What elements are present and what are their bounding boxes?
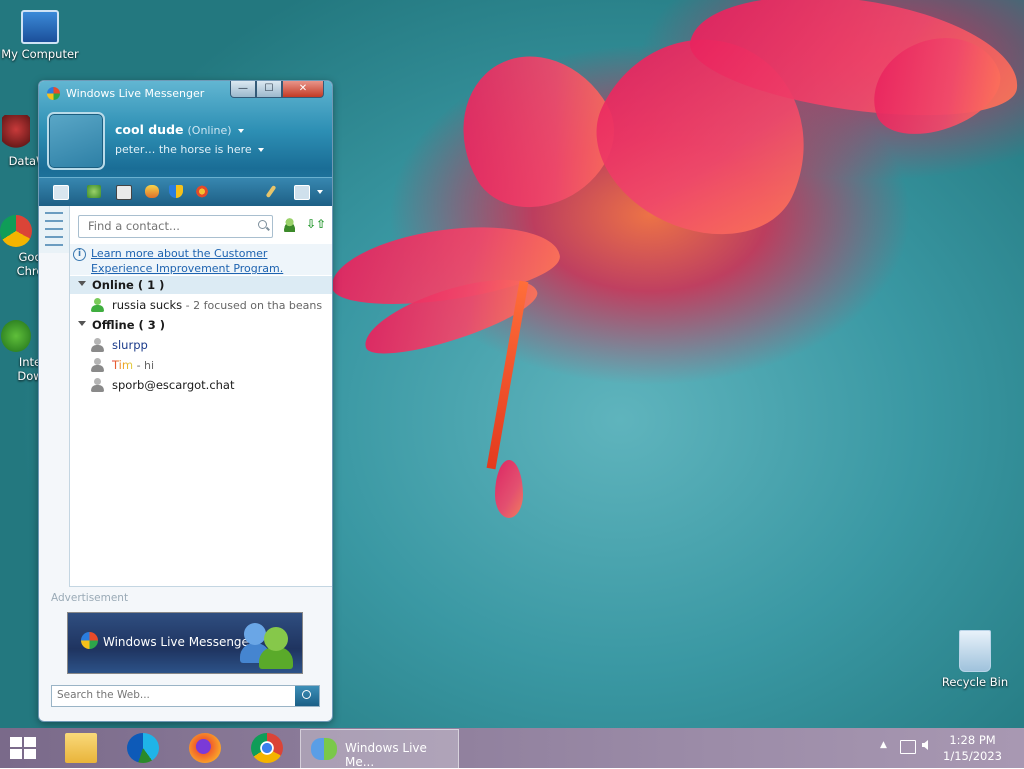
paintbrush-icon[interactable] — [265, 185, 277, 198]
window-title: Windows Live Messenger — [66, 87, 205, 100]
side-tabs[interactable] — [39, 206, 70, 253]
messenger-toolbar — [39, 177, 332, 207]
user-name: cool dude — [115, 122, 184, 137]
minimize-button[interactable]: — — [230, 81, 256, 98]
chevron-down-icon[interactable] — [317, 190, 323, 194]
contact-list-panel: ⇩⇧ i Learn more about the Customer Exper… — [69, 206, 332, 587]
buddy-offline-icon — [90, 358, 104, 373]
computer-icon — [21, 10, 59, 44]
clock-time: 1:28 PM — [949, 733, 996, 747]
chrome-icon — [0, 215, 32, 247]
desktop-icon-my-computer[interactable]: My Computer — [0, 10, 80, 61]
contact-message: - hi — [133, 359, 155, 372]
buddy-online-icon — [90, 298, 104, 313]
contact-display-name: slurpp — [112, 338, 148, 352]
buddy-offline-icon — [90, 378, 104, 393]
customer-experience-link[interactable]: Learn more about the Customer Experience… — [91, 246, 329, 276]
contact-message: - 2 focused on tha beans — [182, 299, 323, 312]
contact-display-name: russia sucks — [112, 298, 183, 312]
messenger-logo-icon — [47, 87, 60, 100]
user-avatar[interactable] — [47, 112, 105, 170]
search-icon — [258, 220, 267, 229]
task-label: Windows Live Me... — [345, 741, 427, 769]
volume-icon[interactable] — [922, 740, 928, 750]
recycle-bin-icon — [959, 630, 991, 672]
desktop-icon-recycle-bin[interactable]: Recycle Bin — [935, 630, 1015, 689]
taskbar: Windows Live Me... ▲ 1:28 PM 1/15/2023 — [0, 728, 1024, 769]
add-contact-icon[interactable] — [284, 218, 298, 232]
start-button[interactable] — [10, 737, 38, 759]
web-search-button[interactable] — [295, 686, 319, 706]
info-banner: i Learn more about the Customer Experien… — [70, 244, 332, 275]
show-hidden-icons-button[interactable]: ▲ — [880, 740, 887, 750]
contacts-icon[interactable] — [87, 185, 101, 198]
group-label: Online ( 1 ) — [92, 278, 165, 292]
desktop-icon-label: My Computer — [1, 47, 79, 61]
chevron-down-icon — [237, 128, 244, 133]
group-label: Offline ( 3 ) — [92, 318, 166, 332]
contact-name: Tim - hi — [112, 358, 154, 372]
edge-icon[interactable] — [127, 733, 159, 763]
contact-name: russia sucks - 2 focused on tha beans — [112, 298, 322, 312]
mail-icon[interactable] — [53, 185, 69, 200]
messenger-buddy-icon — [311, 738, 337, 760]
user-status: (Online) — [187, 124, 232, 137]
find-contact-input[interactable] — [79, 216, 253, 235]
windows-logo-icon — [81, 632, 98, 649]
find-contact-box — [78, 215, 273, 238]
search-icon — [302, 690, 311, 699]
messenger-header: Windows Live Messenger — ☐ ✕ cool dude (O… — [39, 81, 332, 207]
group-header-online[interactable]: Online ( 1 ) — [70, 276, 332, 294]
app-shortcut-icon — [2, 115, 30, 151]
chevron-down-icon — [78, 321, 86, 326]
desktop-icon-label: Recycle Bin — [941, 675, 1009, 689]
flower-icon[interactable] — [195, 185, 209, 198]
messenger-window: Windows Live Messenger — ☐ ✕ cool dude (O… — [38, 80, 333, 722]
personal-message[interactable]: peter… the horse is here — [115, 143, 264, 156]
flower-pistil — [495, 460, 523, 518]
firefox-icon[interactable] — [189, 733, 221, 763]
menu-icon[interactable] — [294, 185, 310, 200]
chevron-down-icon — [257, 148, 264, 152]
download-manager-icon — [1, 320, 31, 352]
clock-date: 1/15/2023 — [943, 749, 1002, 763]
photo-icon[interactable] — [116, 185, 132, 200]
chevron-down-icon — [78, 281, 86, 286]
windows-logo-icon — [24, 749, 36, 759]
contact-display-name: Tim — [112, 358, 134, 372]
web-search-box — [51, 685, 320, 707]
shield-icon[interactable] — [169, 185, 183, 198]
buddy-icon — [244, 623, 266, 645]
personal-message-text: peter… the horse is here — [115, 143, 252, 156]
windows-logo-icon — [10, 737, 22, 747]
maximize-button[interactable]: ☐ — [256, 81, 282, 98]
close-button[interactable]: ✕ — [282, 81, 324, 98]
clock[interactable]: 1:28 PM 1/15/2023 — [943, 732, 1002, 764]
tab-list-icon — [45, 212, 63, 214]
network-icon[interactable] — [900, 740, 916, 754]
windows-logo-icon — [10, 749, 22, 759]
group-header-offline[interactable]: Offline ( 3 ) — [70, 316, 332, 334]
games-icon[interactable] — [145, 185, 159, 198]
contact-display-name: sporb@escargot.chat — [112, 378, 235, 392]
web-search-input[interactable] — [52, 686, 287, 704]
title-bar[interactable]: Windows Live Messenger — ☐ ✕ — [39, 81, 332, 107]
file-explorer-icon[interactable] — [65, 733, 97, 763]
ad-text: Windows Live Messenger — [103, 635, 254, 649]
advertisement-label: Advertisement — [51, 592, 129, 604]
buddy-offline-icon — [90, 338, 104, 353]
chrome-icon[interactable] — [251, 733, 283, 763]
user-name-dropdown[interactable]: cool dude (Online) — [115, 122, 244, 137]
sort-contacts-icon[interactable]: ⇩⇧ — [306, 217, 326, 231]
buddy-icon — [264, 627, 288, 651]
info-icon: i — [73, 248, 86, 261]
window-controls: — ☐ ✕ — [230, 81, 324, 99]
windows-logo-icon — [24, 737, 36, 747]
advertisement-banner[interactable]: Windows Live Messenger — [67, 612, 303, 674]
system-tray: ▲ 1:28 PM 1/15/2023 — [864, 728, 1024, 768]
taskbar-messenger-button[interactable]: Windows Live Me... — [300, 729, 459, 769]
